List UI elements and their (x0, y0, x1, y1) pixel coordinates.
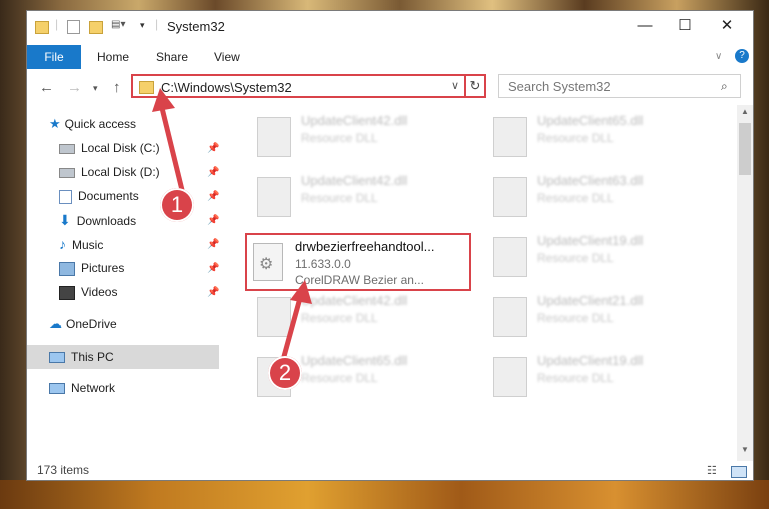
arrow-2-head (290, 280, 312, 304)
annotation-overlay (152, 88, 312, 361)
step-badge-1: 1 (160, 188, 194, 222)
arrow-1-shaft (159, 107, 185, 191)
arrow-1-head (152, 88, 175, 112)
arrow-2-shaft (280, 297, 303, 361)
step-badge-2: 2 (268, 356, 302, 390)
